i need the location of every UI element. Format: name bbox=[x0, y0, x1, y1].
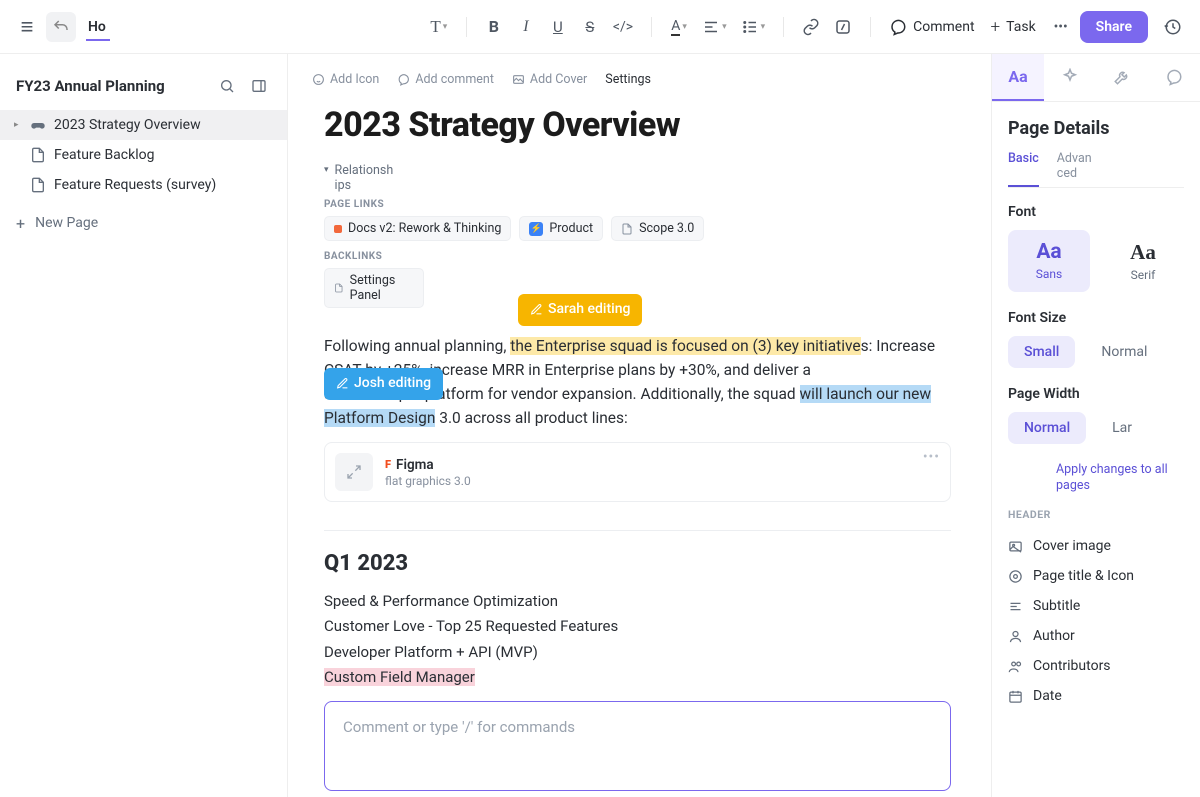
link-button[interactable] bbox=[796, 12, 826, 42]
main-content: Add Icon Add comment Add Cover Settings … bbox=[288, 54, 991, 797]
text-style-dropdown[interactable]: T▾ bbox=[424, 12, 454, 42]
width-large[interactable]: Lar bbox=[1096, 412, 1148, 444]
panel-tab-comments[interactable] bbox=[1148, 54, 1200, 101]
backlinks-label: BACKLINKS bbox=[324, 251, 951, 262]
sidebar-item-label: Feature Requests (survey) bbox=[54, 177, 216, 193]
body-paragraph[interactable]: Sarah editing Josh editing Following ann… bbox=[324, 334, 951, 430]
font-option-sans[interactable]: AaSans bbox=[1008, 230, 1090, 292]
figma-embed[interactable]: FFigma flat graphics 3.0 ••• bbox=[324, 442, 951, 502]
detail-tab-basic[interactable]: Basic bbox=[1008, 151, 1039, 187]
sidebar-item-strategy-overview[interactable]: ▸ 2023 Strategy Overview bbox=[0, 110, 287, 140]
sidebar-item-label: Feature Backlog bbox=[54, 147, 154, 163]
plus-icon: + bbox=[16, 214, 25, 233]
detail-tab-advanced[interactable]: Advanced bbox=[1057, 151, 1097, 187]
fontsize-small[interactable]: Small bbox=[1008, 336, 1075, 368]
page-link-chip[interactable]: Scope 3.0 bbox=[611, 216, 704, 241]
more-button[interactable]: ••• bbox=[1046, 12, 1076, 42]
bold-button[interactable]: B bbox=[479, 12, 509, 42]
header-section-label: HEADER bbox=[1008, 508, 1184, 521]
body-line[interactable]: Developer Platform + API (MVP) bbox=[324, 641, 951, 664]
fontsize-section-label: Font Size bbox=[1008, 310, 1184, 326]
sidebar-item-feature-requests[interactable]: Feature Requests (survey) bbox=[0, 170, 287, 200]
search-icon[interactable] bbox=[215, 74, 239, 98]
font-option-serif[interactable]: AaSerif bbox=[1102, 230, 1184, 292]
divider bbox=[324, 530, 951, 531]
body-line[interactable]: Speed & Performance Optimization bbox=[324, 590, 951, 613]
body-line[interactable]: Customer Love - Top 25 Requested Feature… bbox=[324, 615, 951, 638]
presence-badge-josh: Josh editing bbox=[324, 368, 443, 400]
width-section-label: Page Width bbox=[1008, 386, 1184, 402]
chevron-right-icon: ▸ bbox=[14, 120, 22, 130]
strike-button[interactable]: S bbox=[575, 12, 605, 42]
comment-button[interactable]: Comment bbox=[883, 12, 980, 42]
align-dropdown[interactable]: ▾ bbox=[696, 12, 733, 42]
sidebar: FY23 Annual Planning ▸ 2023 Strategy Ove… bbox=[0, 54, 288, 797]
italic-button[interactable]: I bbox=[511, 12, 541, 42]
panel-tab-tools[interactable] bbox=[1096, 54, 1148, 101]
fontsize-normal[interactable]: Normal bbox=[1085, 336, 1163, 368]
page-icon bbox=[30, 177, 46, 193]
header-item-date[interactable]: Date bbox=[1008, 681, 1184, 711]
relationships-toggle[interactable]: ▾ Relationships bbox=[324, 163, 951, 193]
task-button[interactable]: + Task bbox=[985, 12, 1042, 42]
header-item-cover[interactable]: Cover image bbox=[1008, 531, 1184, 561]
menu-toggle[interactable]: ≡ bbox=[12, 12, 42, 42]
expand-icon bbox=[335, 453, 373, 491]
comment-input[interactable]: Comment or type '/' for commands bbox=[324, 701, 951, 791]
share-button[interactable]: Share bbox=[1080, 11, 1148, 43]
breadcrumb-home[interactable]: Ho bbox=[86, 13, 110, 41]
history-button[interactable] bbox=[1158, 12, 1188, 42]
add-comment-action[interactable]: Add comment bbox=[397, 72, 494, 87]
triangle-down-icon: ▾ bbox=[324, 165, 329, 175]
page-title[interactable]: 2023 Strategy Overview bbox=[324, 105, 951, 145]
collapse-sidebar-icon[interactable] bbox=[247, 74, 271, 98]
page-link-chip[interactable]: ⚡Product bbox=[519, 216, 603, 241]
add-cover-action[interactable]: Add Cover bbox=[512, 72, 587, 87]
panel-title: Page Details bbox=[1008, 118, 1184, 141]
body-line[interactable]: Custom Field Manager bbox=[324, 666, 951, 689]
gamepad-icon bbox=[30, 117, 46, 133]
embed-more-button[interactable]: ••• bbox=[923, 449, 940, 465]
apply-all-link[interactable]: Apply changes to all pages bbox=[1056, 462, 1184, 495]
page-link-chip[interactable]: Docs v2: Rework & Thinking bbox=[324, 216, 511, 241]
page-icon bbox=[30, 147, 46, 163]
top-toolbar: ≡ Ho T▾ B I U S </> A▾ ▾ ▾ bbox=[0, 0, 1200, 54]
header-item-subtitle[interactable]: Subtitle bbox=[1008, 591, 1184, 621]
page-details-panel: Aa Page Details Basic Advanced Font AaSa… bbox=[991, 54, 1200, 797]
new-page-button[interactable]: + New Page bbox=[0, 204, 287, 243]
backlink-chip[interactable]: Settings Panel bbox=[324, 268, 424, 308]
add-icon-action[interactable]: Add Icon bbox=[312, 72, 379, 87]
panel-tab-ai[interactable] bbox=[1044, 54, 1096, 101]
header-item-author[interactable]: Author bbox=[1008, 621, 1184, 651]
underline-button[interactable]: U bbox=[543, 12, 573, 42]
embed-title: FFigma bbox=[385, 457, 471, 473]
sidebar-item-label: 2023 Strategy Overview bbox=[54, 117, 201, 133]
page-links-label: PAGE LINKS bbox=[324, 199, 951, 210]
code-button[interactable]: </> bbox=[607, 12, 639, 42]
heading-q1[interactable]: Q1 2023 bbox=[324, 551, 951, 576]
page-settings-action[interactable]: Settings bbox=[605, 72, 651, 87]
text-color-dropdown[interactable]: A▾ bbox=[664, 12, 694, 42]
panel-tab-typography[interactable]: Aa bbox=[992, 54, 1044, 101]
header-item-title[interactable]: Page title & Icon bbox=[1008, 561, 1184, 591]
slash-command-button[interactable] bbox=[828, 12, 858, 42]
workspace-title: FY23 Annual Planning bbox=[16, 77, 207, 95]
font-section-label: Font bbox=[1008, 204, 1184, 220]
sidebar-item-feature-backlog[interactable]: Feature Backlog bbox=[0, 140, 287, 170]
width-normal[interactable]: Normal bbox=[1008, 412, 1086, 444]
list-dropdown[interactable]: ▾ bbox=[735, 12, 772, 42]
presence-badge-sarah: Sarah editing bbox=[518, 294, 642, 326]
undo-button[interactable] bbox=[46, 12, 76, 42]
embed-subtitle: flat graphics 3.0 bbox=[385, 474, 471, 488]
header-item-contributors[interactable]: Contributors bbox=[1008, 651, 1184, 681]
